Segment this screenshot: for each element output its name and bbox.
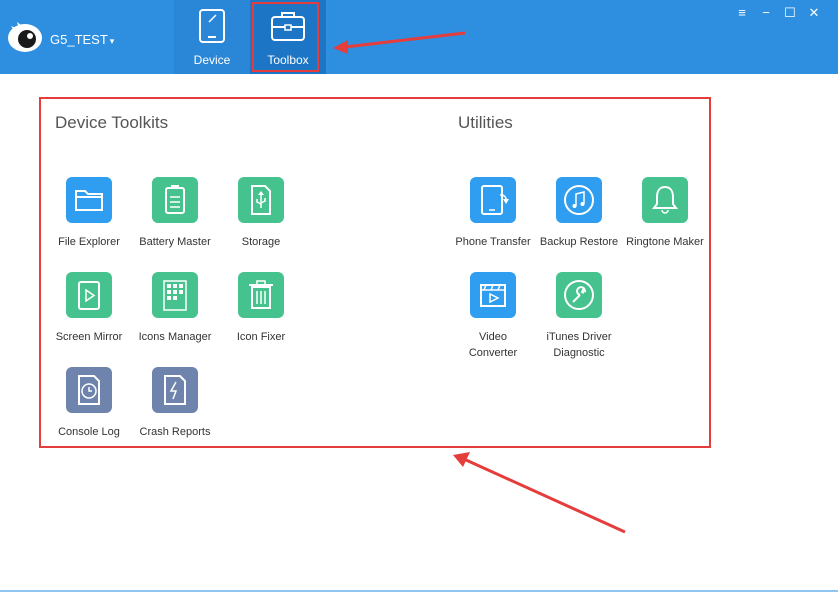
tool-label: Ringtone Maker: [626, 236, 704, 248]
battery-icon: [152, 177, 198, 223]
clock-file-icon: [66, 367, 112, 413]
tool-console-log[interactable]: Console Log: [43, 367, 135, 440]
tool-battery-master[interactable]: Battery Master: [129, 177, 221, 250]
tool-video-converter[interactable]: Video Converter: [447, 272, 539, 361]
tool-label: Video Converter: [468, 331, 518, 359]
wrench-icon: [556, 272, 602, 318]
tool-label: Icons Manager: [138, 331, 212, 343]
section-title-utilities: Utilities: [458, 113, 513, 132]
lightning-file-icon: [152, 367, 198, 413]
tool-label: File Explorer: [58, 236, 120, 248]
phone-transfer-icon: [470, 177, 516, 223]
tool-icon-fixer[interactable]: Icon Fixer: [215, 272, 307, 345]
tool-label: Crash Reports: [139, 426, 211, 438]
tool-storage[interactable]: Storage: [215, 177, 307, 250]
bell-icon: [642, 177, 688, 223]
tool-label: Screen Mirror: [55, 331, 123, 343]
tool-ringtone-maker[interactable]: Ringtone Maker: [619, 177, 711, 250]
tool-label: Console Log: [58, 426, 120, 438]
tool-crash-reports[interactable]: Crash Reports: [129, 367, 221, 440]
section-title-device-toolkits: Device Toolkits: [55, 113, 169, 132]
folder-icon: [66, 177, 112, 223]
tool-icons-manager[interactable]: Icons Manager: [129, 272, 221, 345]
tool-label: Battery Master: [139, 236, 211, 248]
usb-storage-icon: [238, 177, 284, 223]
music-note-icon: [556, 177, 602, 223]
tool-screen-mirror[interactable]: Screen Mirror: [43, 272, 135, 345]
tool-label: Icon Fixer: [236, 331, 286, 343]
trash-icon: [238, 272, 284, 318]
grid-icon: [152, 272, 198, 318]
video-clapper-icon: [470, 272, 516, 318]
tool-backup-restore[interactable]: Backup Restore: [533, 177, 625, 250]
tool-label: Phone Transfer: [455, 236, 531, 248]
tool-file-explorer[interactable]: File Explorer: [43, 177, 135, 250]
tool-itunes-driver-diagnostic[interactable]: iTunes Driver Diagnostic: [533, 272, 625, 361]
play-icon: [66, 272, 112, 318]
tool-label: Storage: [241, 236, 281, 248]
tool-label: iTunes Driver Diagnostic: [546, 331, 612, 359]
tool-phone-transfer[interactable]: Phone Transfer: [447, 177, 539, 250]
tool-label: Backup Restore: [539, 236, 619, 248]
